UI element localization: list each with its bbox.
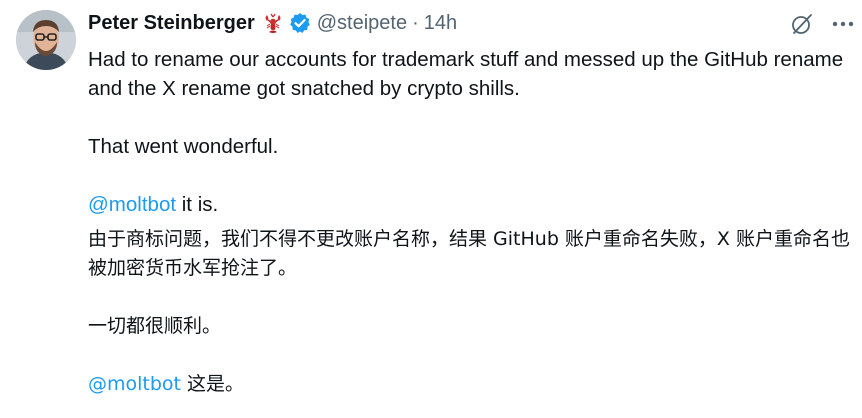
verified-badge-icon: [289, 12, 311, 34]
mention-suffix-zh: 这是。: [181, 373, 245, 395]
tweet-paragraph-zh-2: 一切都很顺利。: [88, 315, 222, 337]
lobster-icon: [262, 12, 284, 34]
tweet-paragraph-en-3: @moltbot it is.: [88, 190, 858, 219]
tweet-paragraph-en-2: That went wonderful.: [88, 135, 279, 158]
author-name[interactable]: Peter Steinberger: [88, 12, 255, 35]
tweet-paragraph-en-1: Had to rename our accounts for trademark…: [88, 48, 844, 100]
tweet-paragraph-zh-1: 由于商标问题，我们不得不更改账户名称，结果 GitHub 账户重命名失败，X 账…: [88, 228, 850, 279]
avatar[interactable]: [16, 10, 76, 70]
timestamp[interactable]: 14h: [424, 12, 457, 35]
tweet-paragraph-zh-3: @moltbot 这是。: [88, 370, 858, 399]
mention-link-en[interactable]: @moltbot: [88, 193, 176, 216]
avatar-image: [16, 10, 76, 70]
more-options-icon[interactable]: [828, 10, 858, 38]
mention-link-zh[interactable]: @moltbot: [88, 373, 181, 395]
separator-dot: ·: [412, 11, 419, 34]
mention-suffix-en: it is.: [176, 193, 219, 216]
grok-icon[interactable]: [790, 12, 814, 36]
author-handle[interactable]: @steipete: [317, 12, 407, 35]
tweet-header: Peter Steinberger @steipete · 14h: [88, 10, 457, 36]
tweet-text: Had to rename our accounts for trademark…: [88, 45, 858, 399]
